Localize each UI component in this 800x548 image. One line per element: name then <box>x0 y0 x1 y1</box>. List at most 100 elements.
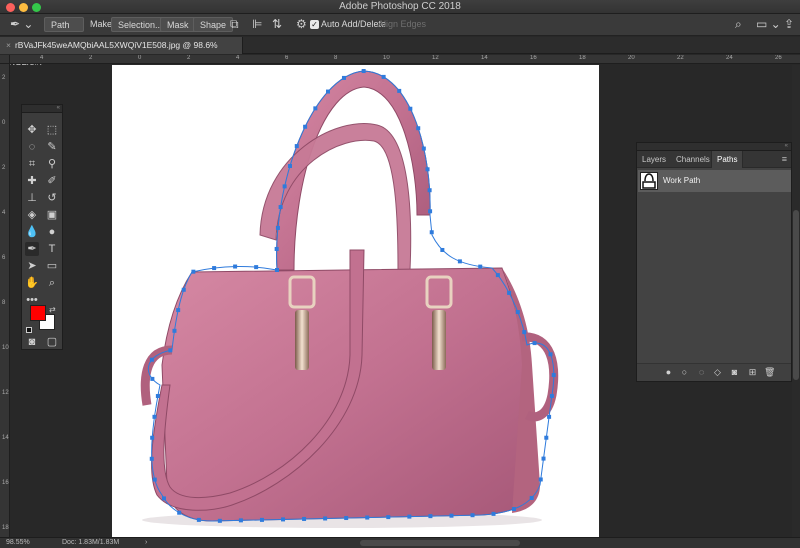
path-anchor-point[interactable] <box>152 414 157 419</box>
quick-selection-tool-icon[interactable]: ✎ <box>45 140 59 154</box>
ruler-origin[interactable] <box>0 55 10 64</box>
path-anchor-point[interactable] <box>551 373 556 378</box>
path-anchor-point[interactable] <box>511 507 516 512</box>
type-tool-icon[interactable]: T <box>45 242 59 256</box>
vertical-ruler[interactable]: 2 0 2 4 6 8 10 12 14 16 18 <box>0 55 10 537</box>
path-anchor-point[interactable] <box>149 456 154 461</box>
path-anchor-point[interactable] <box>161 496 166 501</box>
lasso-tool-icon[interactable]: ◌ <box>25 140 39 154</box>
tab-paths[interactable]: Paths <box>711 151 744 168</box>
horizontal-scroll-thumb[interactable] <box>360 540 520 546</box>
path-anchor-point[interactable] <box>515 310 520 315</box>
crop-tool-icon[interactable]: ⌗ <box>25 157 39 171</box>
path-anchor-point[interactable] <box>177 510 182 515</box>
panel-menu-icon[interactable]: ≡ <box>782 154 787 164</box>
workspace-icon[interactable]: ▭ ⌄ <box>756 17 781 32</box>
path-anchor-point[interactable] <box>407 514 412 519</box>
screen-mode-icon[interactable]: ▢ <box>45 335 59 349</box>
path-anchor-point[interactable] <box>544 435 549 440</box>
vertical-scroll-thumb[interactable] <box>793 210 799 380</box>
dodge-tool-icon[interactable]: ● <box>45 225 59 239</box>
path-anchor-point[interactable] <box>470 513 475 518</box>
path-anchor-point[interactable] <box>408 106 413 111</box>
path-anchor-point[interactable] <box>397 88 402 93</box>
path-anchor-point[interactable] <box>478 264 483 269</box>
pen-tool-preset-icon[interactable]: ✒ ⌄ <box>10 17 33 32</box>
path-anchor-point[interactable] <box>254 265 259 270</box>
path-anchor-point[interactable] <box>191 269 196 274</box>
new-path-icon[interactable]: ⊞ <box>747 367 758 378</box>
path-anchor-point[interactable] <box>429 230 434 235</box>
path-anchor-point[interactable] <box>152 477 157 482</box>
path-anchor-point[interactable] <box>428 209 433 214</box>
path-anchor-point[interactable] <box>491 511 496 516</box>
move-tool-icon[interactable]: ✥ <box>25 123 39 137</box>
default-colors-icon[interactable] <box>26 327 32 333</box>
make-mask-button[interactable]: Mask <box>160 17 196 32</box>
path-anchor-point[interactable] <box>150 435 155 440</box>
path-anchor-point[interactable] <box>282 184 287 189</box>
path-anchor-point[interactable] <box>507 290 512 295</box>
path-anchor-point[interactable] <box>150 376 155 381</box>
path-anchor-point[interactable] <box>532 341 537 346</box>
path-anchor-point[interactable] <box>181 287 186 292</box>
path-anchor-point[interactable] <box>323 516 328 521</box>
path-anchor-point[interactable] <box>274 246 279 251</box>
foreground-color-swatch[interactable] <box>30 305 46 321</box>
path-anchor-point[interactable] <box>275 268 279 272</box>
path-anchor-point[interactable] <box>416 126 421 131</box>
swap-colors-icon[interactable]: ⇄ <box>49 305 56 314</box>
healing-brush-tool-icon[interactable]: ✚ <box>25 174 39 188</box>
pen-tool-icon[interactable]: ✒ <box>25 242 39 256</box>
path-anchor-point[interactable] <box>538 477 543 482</box>
path-anchor-point[interactable] <box>172 328 177 333</box>
tab-layers[interactable]: Layers <box>637 151 671 168</box>
path-anchor-point[interactable] <box>294 144 299 149</box>
clone-stamp-tool-icon[interactable]: ⊥ <box>25 191 39 205</box>
path-anchor-point[interactable] <box>341 75 346 80</box>
path-anchor-point[interactable] <box>421 146 426 151</box>
zoom-tool-icon[interactable]: ⌕ <box>45 276 59 290</box>
path-anchor-point[interactable] <box>233 264 238 269</box>
document-tab[interactable]: × rBVaJFk45weAMQbiAAL5XWQiV1E508.jpg @ 98… <box>0 37 243 67</box>
fill-path-icon[interactable]: ● <box>663 367 674 378</box>
load-as-selection-icon[interactable]: ◌ <box>696 367 707 378</box>
path-operations-icon[interactable]: ⧉ <box>230 17 239 32</box>
path-anchor-point[interactable] <box>344 516 349 521</box>
horizontal-ruler[interactable]: 4 2 0 2 4 6 8 10 12 14 16 18 20 22 24 26 <box>10 55 800 64</box>
quick-mask-icon[interactable]: ◙ <box>25 335 39 349</box>
path-anchor-point[interactable] <box>522 330 527 335</box>
make-shape-button[interactable]: Shape <box>193 17 234 32</box>
path-arrangement-icon[interactable]: ⇅ <box>272 17 282 32</box>
path-anchor-point[interactable] <box>281 517 286 522</box>
add-mask-icon[interactable]: ◙ <box>729 367 740 378</box>
eraser-tool-icon[interactable]: ◈ <box>25 208 39 222</box>
tool-mode-select[interactable]: Path ⌄ <box>44 17 84 45</box>
share-icon[interactable]: ⇪ <box>784 17 794 32</box>
path-anchor-point[interactable] <box>302 516 307 521</box>
path-anchor-point[interactable] <box>278 205 283 210</box>
make-work-path-icon[interactable]: ◇ <box>712 367 723 378</box>
path-anchor-point[interactable] <box>155 394 160 399</box>
path-anchor-point[interactable] <box>149 357 154 362</box>
path-anchor-point[interactable] <box>287 164 292 169</box>
path-anchor-point[interactable] <box>176 308 181 313</box>
path-anchor-point[interactable] <box>212 266 217 271</box>
history-brush-tool-icon[interactable]: ↺ <box>45 191 59 205</box>
path-anchor-point[interactable] <box>217 518 222 523</box>
panel-collapse[interactable]: « <box>637 143 791 151</box>
path-alignment-icon[interactable]: ⊫ <box>252 17 262 32</box>
search-icon[interactable]: ⌕ <box>735 17 742 32</box>
hand-tool-icon[interactable]: ✋ <box>25 276 39 290</box>
path-anchor-point[interactable] <box>238 518 243 523</box>
path-anchor-point[interactable] <box>547 414 552 419</box>
path-anchor-point[interactable] <box>440 247 445 252</box>
path-anchor-point[interactable] <box>168 348 173 353</box>
path-anchor-point[interactable] <box>427 188 432 193</box>
path-anchor-point[interactable] <box>449 513 454 518</box>
marquee-tool-icon[interactable]: ⬚ <box>45 123 59 137</box>
path-anchor-point[interactable] <box>495 273 500 278</box>
path-anchor-point[interactable] <box>529 495 534 500</box>
gradient-tool-icon[interactable]: ▣ <box>45 208 59 222</box>
path-anchor-point[interactable] <box>313 106 318 111</box>
